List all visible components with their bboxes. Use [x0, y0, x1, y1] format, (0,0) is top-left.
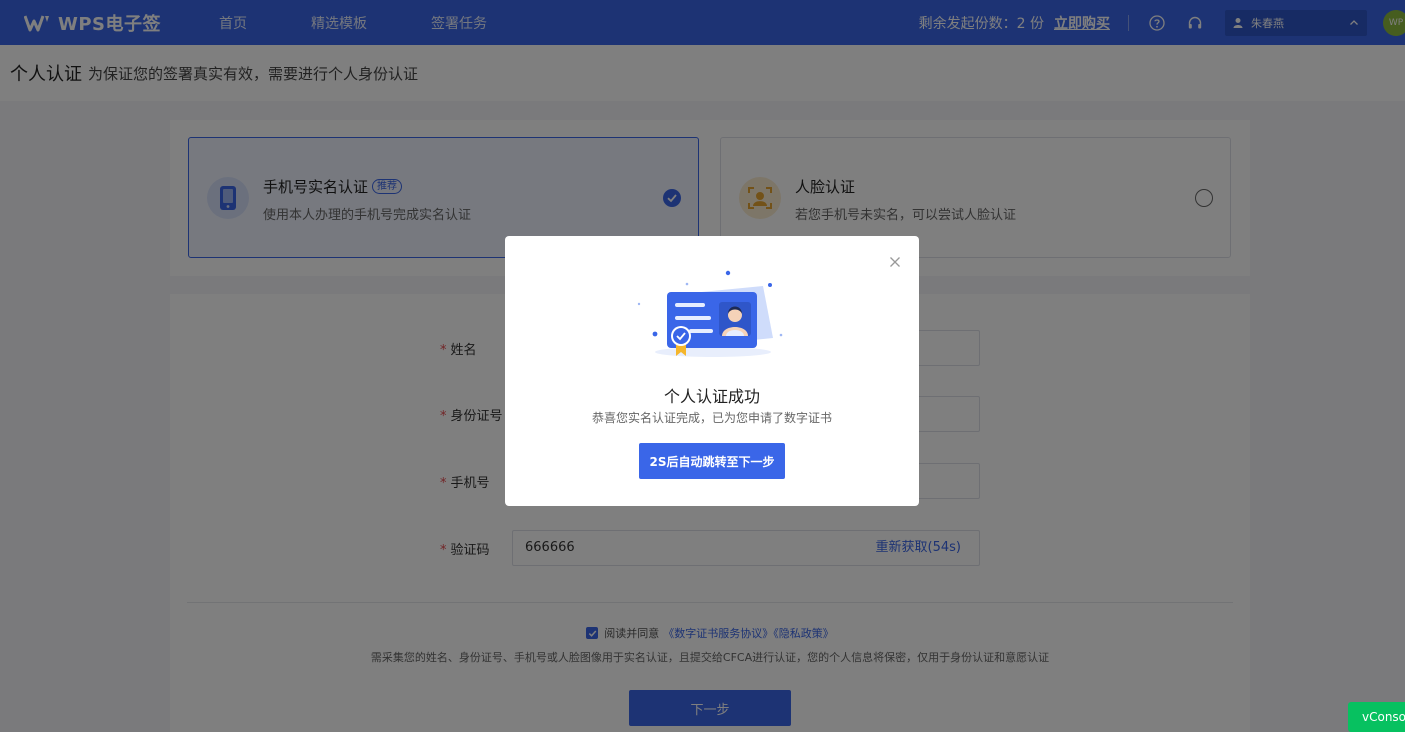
dialog-title: 个人认证成功 — [663, 387, 760, 406]
dialog-description: 恭喜您实名认证完成，已为您申请了数字证书 — [591, 411, 832, 425]
auto-redirect-button[interactable]: 2S后自动跳转至下一步 — [639, 443, 785, 479]
vconsole-button[interactable]: vConsole — [1348, 702, 1405, 732]
close-icon[interactable] — [889, 256, 901, 268]
success-dialog: 个人认证成功 恭喜您实名认证完成，已为您申请了数字证书 2S后自动跳转至下一步 — [505, 236, 919, 506]
certificate-illustration-icon — [637, 270, 783, 357]
